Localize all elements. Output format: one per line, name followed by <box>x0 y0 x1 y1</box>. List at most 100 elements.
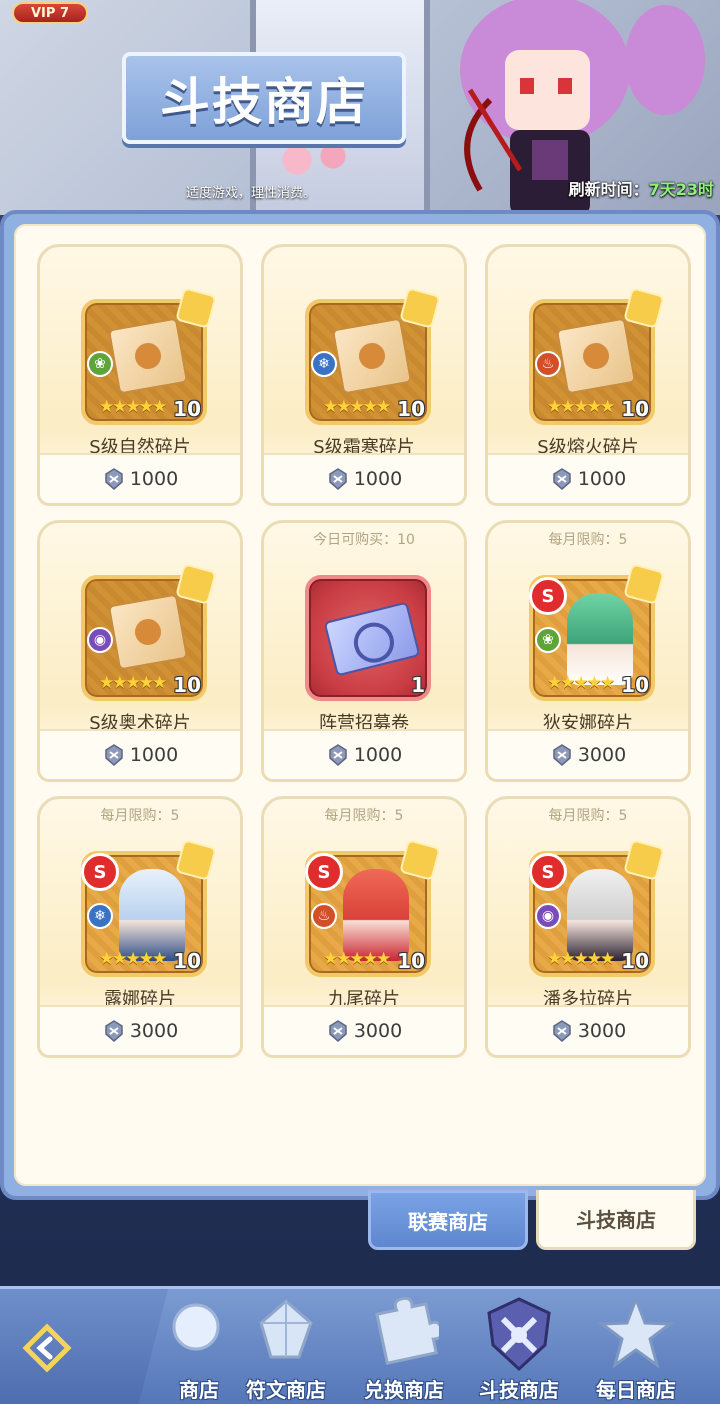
star-rating: ★★★★★ <box>547 397 615 417</box>
refresh-timer: 刷新时间：7天23时 <box>569 176 714 200</box>
arcane-icon: ◉ <box>535 903 561 929</box>
ninetails-portrait-icon <box>343 869 409 961</box>
item-quantity: 10 <box>621 397 649 421</box>
item-quantity: 10 <box>173 397 201 421</box>
purchase-limit: 每月限购：5 <box>324 808 404 824</box>
nav-item-exchange-shop[interactable]: 兑换商店 <box>352 1289 456 1404</box>
price-button[interactable]: 3000 <box>488 729 688 779</box>
shop-item-s-arcane-fragment[interactable]: ◉ ★★★★★ 10 S级奥术碎片 1000 <box>37 520 243 782</box>
arena-medal-icon <box>329 744 347 766</box>
refresh-time: 7天23时 <box>648 180 714 199</box>
nav-item-arena-shop[interactable]: 斗技商店 <box>466 1289 572 1404</box>
arena-medal-icon <box>329 468 347 490</box>
nav-label: 每日商店 <box>596 1378 676 1402</box>
price-button[interactable]: 1000 <box>264 729 464 779</box>
back-arrow-icon <box>22 1323 72 1373</box>
nav-label: 斗技商店 <box>479 1378 559 1402</box>
shop-item-faction-recruit-scroll[interactable]: 今日可购买：10 1 阵营招募卷 1000 <box>261 520 467 782</box>
shop-panel: ❀ ★★★★★ 10 S级自然碎片 1000 ❄ ★★★★★ 10 S级霜寒碎片 <box>0 210 720 1200</box>
back-button[interactable] <box>0 1289 168 1404</box>
background-flowers <box>270 140 360 180</box>
s-rank-icon: S <box>305 853 343 891</box>
tab-league-shop[interactable]: 联赛商店 <box>368 1190 528 1250</box>
item-icon: S ◉ ★★★★★ 10 <box>529 839 665 977</box>
nav-item-shop[interactable]: 商店 <box>150 1289 234 1404</box>
fire-icon: ♨ <box>535 351 561 377</box>
shop-item-luna-fragment[interactable]: 每月限购：5 S ❄ ★★★★★ 10 露娜碎片 3000 <box>37 796 243 1058</box>
tab-arena-shop[interactable]: 斗技商店 <box>536 1190 696 1250</box>
arena-medal-icon <box>105 468 123 490</box>
item-quantity: 10 <box>621 949 649 973</box>
item-icon: ❄ ★★★★★ 10 <box>305 287 441 425</box>
item-quantity: 10 <box>397 397 425 421</box>
item-quantity: 1 <box>411 673 425 697</box>
fragment-puzzle-icon <box>399 287 441 329</box>
item-quantity: 10 <box>173 673 201 697</box>
item-icon: S ♨ ★★★★★ 10 <box>305 839 441 977</box>
shop-item-pandora-fragment[interactable]: 每月限购：5 S ◉ ★★★★★ 10 潘多拉碎片 3000 <box>485 796 691 1058</box>
diana-portrait-icon <box>567 593 633 685</box>
fire-icon: ♨ <box>311 903 337 929</box>
shop-item-grid: ❀ ★★★★★ 10 S级自然碎片 1000 ❄ ★★★★★ 10 S级霜寒碎片 <box>14 224 706 1186</box>
page-title: 斗技商店 <box>160 73 368 131</box>
item-quantity: 10 <box>621 673 649 697</box>
price-button[interactable]: 1000 <box>40 453 240 503</box>
s-rank-icon: S <box>529 853 567 891</box>
moderation-tip: 适度游戏，理性消费。 <box>186 186 317 201</box>
item-quantity: 10 <box>173 949 201 973</box>
tab-label: 斗技商店 <box>576 1208 656 1232</box>
price-button[interactable]: 1000 <box>264 453 464 503</box>
arena-medal-icon <box>329 1020 347 1042</box>
item-price: 3000 <box>577 1020 627 1042</box>
fragment-art-icon <box>107 593 189 671</box>
star-rating: ★★★★★ <box>99 949 167 969</box>
frost-icon: ❄ <box>311 351 337 377</box>
price-button[interactable]: 1000 <box>40 729 240 779</box>
fragment-puzzle-icon <box>623 563 665 605</box>
shop-item-s-frost-fragment[interactable]: ❄ ★★★★★ 10 S级霜寒碎片 1000 <box>261 244 467 506</box>
purchase-limit: 今日可购买：10 <box>313 532 415 548</box>
item-price: 1000 <box>577 468 627 490</box>
fragment-art-icon <box>555 317 637 395</box>
tab-label: 联赛商店 <box>408 1209 488 1234</box>
rune-crystal-icon <box>259 1299 313 1359</box>
item-price: 1000 <box>353 468 403 490</box>
item-icon: ❀ ★★★★★ 10 <box>81 287 217 425</box>
arena-medal-icon <box>105 744 123 766</box>
star-rating: ★★★★★ <box>99 673 167 693</box>
item-quantity: 10 <box>397 949 425 973</box>
s-rank-icon: S <box>529 577 567 615</box>
shop-item-ninetails-fragment[interactable]: 每月限购：5 S ♨ ★★★★★ 10 九尾碎片 3000 <box>261 796 467 1058</box>
ticket-icon <box>323 601 421 677</box>
shop-item-s-nature-fragment[interactable]: ❀ ★★★★★ 10 S级自然碎片 1000 <box>37 244 243 506</box>
item-icon: 1 <box>305 575 431 701</box>
nav-label: 符文商店 <box>246 1378 326 1402</box>
item-icon: S ❀ ★★★★★ 10 <box>529 563 665 701</box>
fragment-puzzle-icon <box>399 839 441 881</box>
price-button[interactable]: 3000 <box>40 1005 240 1055</box>
fragment-puzzle-icon <box>623 839 665 881</box>
fragment-art-icon <box>331 317 413 395</box>
item-icon: ♨ ★★★★★ 10 <box>529 287 665 425</box>
shop-item-diana-fragment[interactable]: 每月限购：5 S ❀ ★★★★★ 10 狄安娜碎片 3000 <box>485 520 691 782</box>
shop-header: VIP 7 斗技商店 适度游戏，理性消费。 刷新时间：7天23时 <box>0 0 720 215</box>
fragment-puzzle-icon <box>175 839 217 881</box>
item-price: 3000 <box>577 744 627 766</box>
nav-item-rune-shop[interactable]: 符文商店 <box>234 1289 338 1404</box>
arena-medal-icon <box>105 1020 123 1042</box>
vip-badge[interactable]: VIP 7 <box>12 2 88 24</box>
star-rating: ★★★★★ <box>323 397 391 417</box>
arena-medal-icon <box>553 1020 571 1042</box>
nav-label: 商店 <box>179 1378 219 1402</box>
nav-item-daily-shop[interactable]: 每日商店 <box>584 1289 688 1404</box>
purchase-limit: 每月限购：5 <box>548 532 628 548</box>
item-price: 1000 <box>353 744 403 766</box>
price-button[interactable]: 1000 <box>488 453 688 503</box>
price-button[interactable]: 3000 <box>264 1005 464 1055</box>
fragment-art-icon <box>107 317 189 395</box>
fragment-puzzle-icon <box>623 287 665 329</box>
price-button[interactable]: 3000 <box>488 1005 688 1055</box>
item-icon: S ❄ ★★★★★ 10 <box>81 839 217 977</box>
shop-item-s-fire-fragment[interactable]: ♨ ★★★★★ 10 S级熔火碎片 1000 <box>485 244 691 506</box>
star-icon <box>598 1295 674 1369</box>
